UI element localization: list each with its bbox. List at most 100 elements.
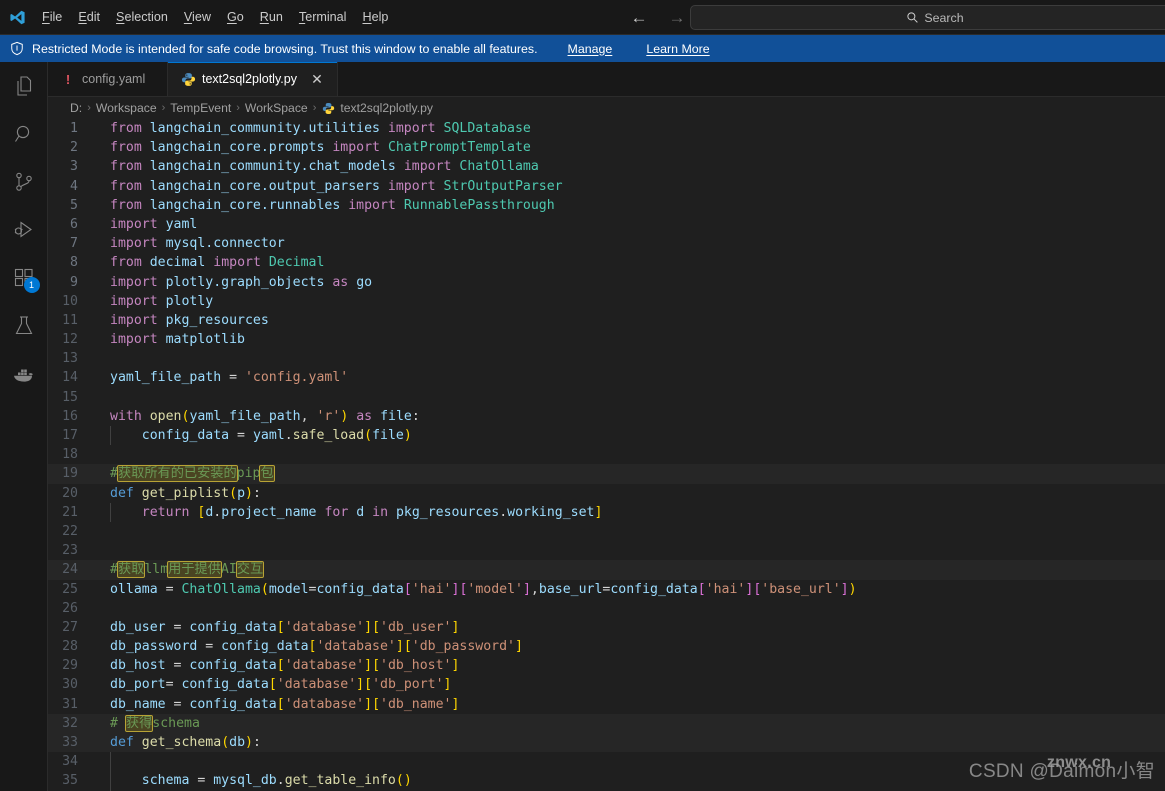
sidebar-item-testing[interactable] [0,302,48,350]
code-token: safe_load [292,428,365,443]
code-line[interactable]: 17 config_data = yaml.safe_load(file) [48,426,1165,446]
code-line[interactable]: 22 [48,522,1165,541]
code-line[interactable]: 1 from langchain_community.utilities impo… [48,119,1165,138]
search-input[interactable]: Search [690,5,1165,30]
menu-view[interactable]: View [176,6,219,28]
code-line[interactable]: 28 db_password = config_data['database'][… [48,637,1165,656]
menu-selection[interactable]: Selection [108,6,176,28]
code-token: mysql_db [213,773,277,789]
breadcrumb-item-tempevent[interactable]: TempEvent [170,101,231,115]
menu-edit[interactable]: Edit [70,6,108,28]
sidebar-item-source-control[interactable] [0,158,48,206]
code-line[interactable]: 14 yaml_file_path = 'config.yaml' [48,368,1165,387]
code-line-content: config_data = yaml.safe_load(file) [94,426,1165,446]
sidebar-item-run-debug[interactable] [0,206,48,254]
breadcrumb-item-workspace2[interactable]: WorkSpace [245,101,308,115]
code-line[interactable]: 20 def get_piplist(p): [48,484,1165,503]
code-token: 'database' [284,658,365,674]
code-line[interactable]: 3 from langchain_community.chat_models im… [48,157,1165,176]
trust-banner-manage-link[interactable]: Manage [568,42,613,56]
breadcrumb-item-drive[interactable]: D: [70,101,82,115]
trust-banner-learn-more-link[interactable]: Learn More [646,42,709,56]
vscode-logo-icon [0,0,34,35]
line-number: 5 [70,197,78,213]
tab-text2sql2plotly-py[interactable]: text2sql2plotly.py ✕ [168,62,338,96]
code-token: ChatPromptTemplate [387,140,531,156]
code-token: ] [451,658,460,674]
code-line[interactable]: 24 #获取llm用于提供AI交互 [48,560,1165,580]
code-line[interactable]: 18 [48,445,1165,464]
code-token: ( [221,735,230,750]
code-line[interactable]: 10 import plotly [48,292,1165,311]
code-token: ] [364,658,373,674]
breadcrumb-item-file[interactable]: text2sql2plotly.py [340,101,433,115]
code-line-content: import matplotlib [94,330,1165,349]
code-token: 'base_url' [761,581,841,597]
code-line[interactable]: 6 import yaml [48,215,1165,234]
beaker-icon [15,316,32,335]
line-number: 22 [62,523,78,539]
code-line[interactable]: 31 db_name = config_data['database']['db_… [48,695,1165,714]
code-token: 'model' [467,581,523,597]
sidebar-item-search[interactable] [0,110,48,158]
code-line[interactable]: 27 db_user = config_data['database']['db_… [48,618,1165,637]
line-number: 1 [70,121,78,136]
code-line[interactable]: 33 def get_schema(db): [48,733,1165,753]
code-token: schema [141,773,190,789]
line-number: 8 [70,255,78,271]
code-line-content: db_host = config_data['database']['db_ho… [94,656,1165,675]
code-line[interactable]: 23 [48,541,1165,560]
python-file-icon [180,71,196,87]
code-editor[interactable]: 1 from langchain_community.utilities impo… [48,119,1165,791]
code-line[interactable]: 21 return [d.project_name for d in pkg_r… [48,502,1165,522]
code-line[interactable]: 30 db_port= config_data['database']['db_p… [48,675,1165,694]
code-line[interactable]: 34 [48,752,1165,772]
code-line[interactable]: 4 from langchain_core.output_parsers impo… [48,177,1165,196]
docker-whale-icon [13,369,33,382]
code-token: import [110,312,158,328]
code-line[interactable]: 26 [48,599,1165,618]
code-line[interactable]: 7 import mysql.connector [48,234,1165,253]
code-line[interactable]: 32 # 获得schema [48,713,1165,733]
code-line[interactable]: 2 from langchain_core.prompts import Chat… [48,138,1165,157]
code-line[interactable]: 35 schema = mysql_db.get_table_info() [48,771,1165,791]
arrow-right-icon[interactable]: → [666,9,688,26]
code-line-content: #获取所有的已安装的pip包 [94,464,1165,483]
code-line[interactable]: 16 with open(yaml_file_path, 'r') as file… [48,407,1165,426]
code-line[interactable]: 29 db_host = config_data['database']['db_… [48,656,1165,675]
menu-file[interactable]: File [34,6,70,28]
menu-help[interactable]: Help [354,6,396,28]
menu-selection-rest: election [124,10,168,24]
sidebar-item-explorer[interactable] [0,62,48,110]
code-token: import [110,236,158,252]
menu-run[interactable]: Run [252,6,291,28]
line-number: 29 [62,658,78,674]
code-line[interactable]: 13 [48,349,1165,368]
code-line[interactable]: 5 from langchain_core.runnables import Ru… [48,196,1165,215]
sidebar-item-extensions[interactable]: 1 [0,254,48,302]
code-token: get_table_info [284,773,396,789]
code-token: [ [403,639,412,655]
code-line[interactable]: 19 #获取所有的已安装的pip包 [48,464,1165,484]
code-line[interactable]: 12 import matplotlib [48,330,1165,349]
code-token: from [110,159,142,175]
code-line[interactable]: 8 from decimal import Decimal [48,253,1165,272]
code-token: get_piplist [141,485,230,501]
code-line[interactable]: 9 import plotly.graph_objects as go [48,273,1165,292]
code-line[interactable]: 25 ollama = ChatOllama(model=config_data[… [48,580,1165,599]
code-token: db_password [110,639,198,655]
tab-config-yaml[interactable]: ! config.yaml [48,62,168,96]
breadcrumb-item-workspace[interactable]: Workspace [96,101,157,115]
sidebar-item-docker[interactable] [0,350,48,398]
menu-terminal[interactable]: Terminal [291,6,355,28]
tab-close-icon[interactable]: ✕ [309,72,325,86]
arrow-left-icon[interactable]: ← [628,9,650,26]
code-line[interactable]: 15 [48,388,1165,407]
code-line[interactable]: 11 import pkg_resources [48,311,1165,330]
line-number: 34 [62,754,78,770]
menu-go[interactable]: Go [219,6,252,28]
